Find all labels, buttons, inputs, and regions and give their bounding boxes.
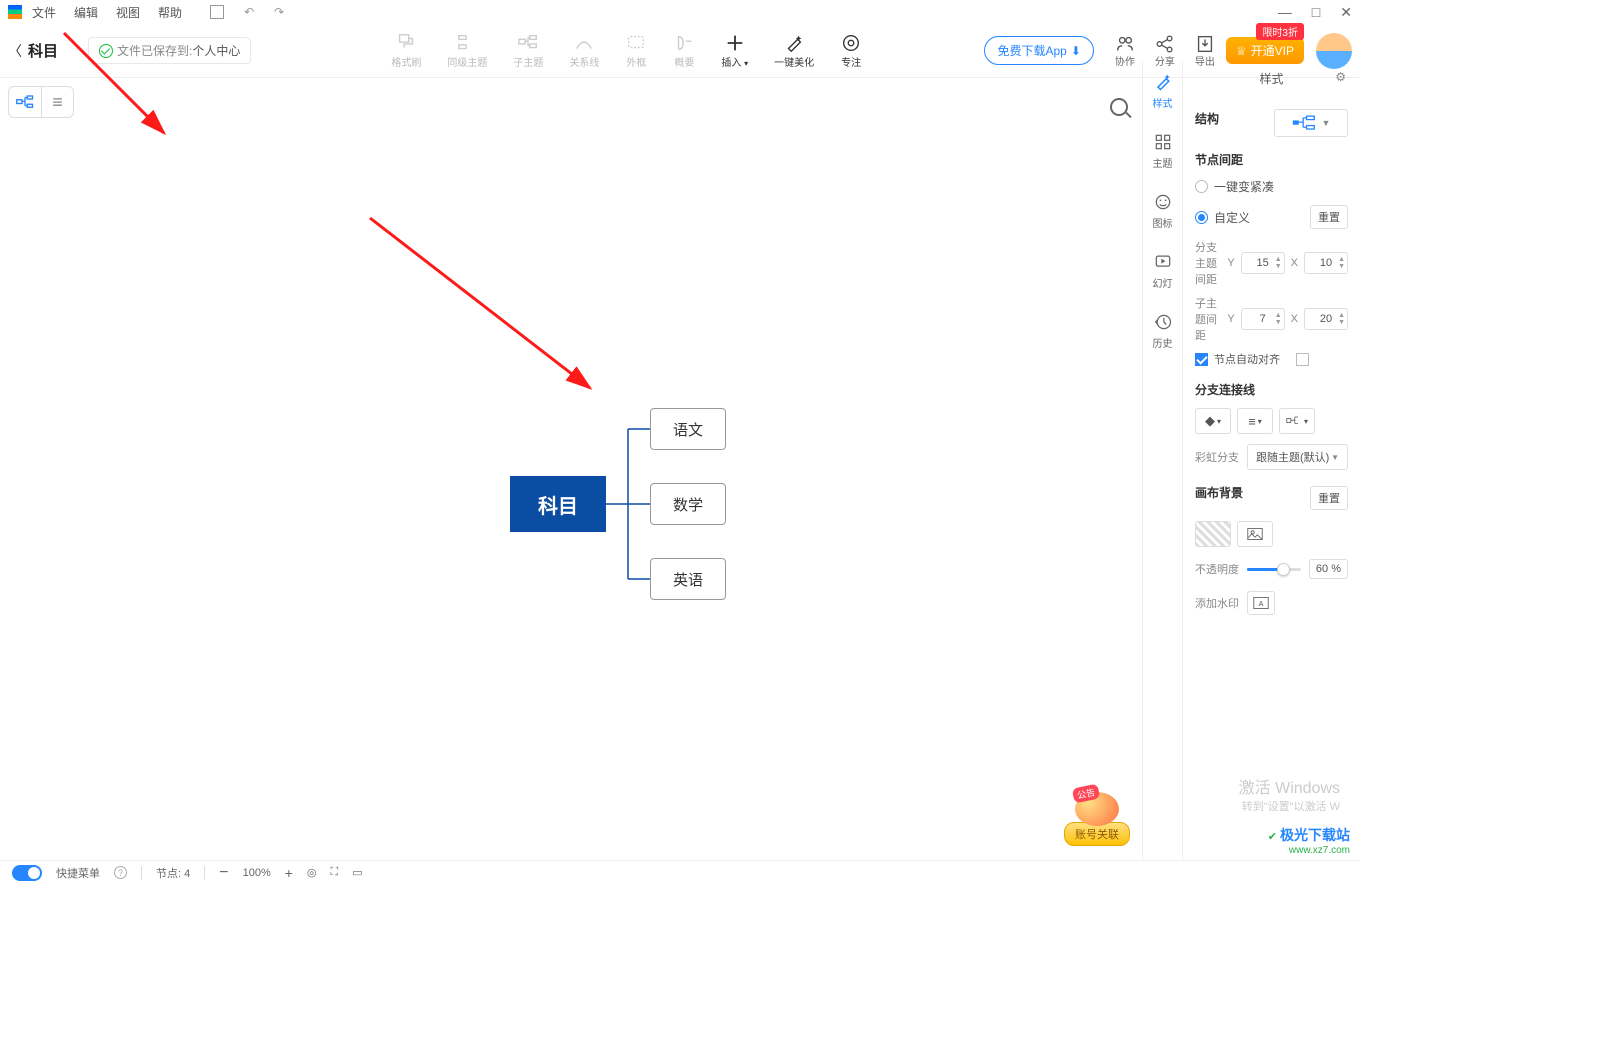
add-watermark-button[interactable]: A [1247,591,1275,615]
branch-x-input[interactable]: 10▲▼ [1304,252,1348,274]
top-menu-bar: 文件 编辑 视图 帮助 ↶ ↷ — □ ✕ [0,0,1360,24]
download-app-button[interactable]: 免费下载App⬇ [984,36,1093,65]
site-watermark: ✔ 极光下载站 www.xz7.com [1268,825,1350,856]
peer-topic-button[interactable]: 同级主题 [447,32,487,69]
annotation-arrow [54,23,614,423]
undo-icon[interactable]: ↶ [244,5,254,19]
mindmap-child-node[interactable]: 英语 [650,558,726,600]
opacity-value[interactable]: 60 % [1309,559,1348,579]
quick-menu-toggle[interactable] [12,865,42,881]
connector-style-button[interactable]: ▾ [1279,408,1315,434]
locate-icon[interactable]: ◎ [307,866,317,879]
view-mode-toggle: ≡ [8,86,74,118]
chevron-down-icon: ▼ [1322,118,1331,128]
mindmap-child-node[interactable]: 语文 [650,408,726,450]
radio-compact[interactable]: 一键变紧凑 [1195,178,1348,195]
node-spacing-title: 节点间距 [1195,151,1348,168]
check-circle-icon [99,44,113,58]
bell-icon: 公告 [1075,792,1119,826]
tab-style[interactable]: 样式 [1153,72,1173,110]
collab-button[interactable]: 协作 [1114,33,1136,68]
zoom-in-button[interactable]: + [285,865,293,881]
canvas-reset-button[interactable]: 重置 [1310,486,1348,510]
sub-x-input[interactable]: 20▲▼ [1304,308,1348,330]
checkbox-auto-align[interactable]: 节点自动对齐 [1195,351,1280,367]
tab-history[interactable]: 历史 [1153,312,1173,350]
insert-button[interactable]: 插入 ▾ [721,32,748,69]
mindmap-child-node[interactable]: 数学 [650,483,726,525]
rainbow-branch-select[interactable]: 跟随主题(默认)▼ [1247,444,1348,470]
summary-button[interactable]: 概要 [673,32,695,69]
app-logo-icon [8,5,22,19]
branch-y-input[interactable]: 15▲▼ [1241,252,1285,274]
outline-view-button[interactable]: ≡ [41,87,73,117]
help-icon[interactable]: ? [114,866,127,879]
window-maximize-icon[interactable]: □ [1312,4,1320,21]
gear-icon[interactable]: ⚙ [1335,70,1346,84]
menu-view[interactable]: 视图 [116,4,140,21]
menu-help[interactable]: 帮助 [158,4,182,21]
status-bar: 快捷菜单 ? 节点: 4 − 100% + ◎ ⛶ ▭ [0,860,1360,884]
svg-text:A: A [1259,599,1264,608]
format-painter-button[interactable]: 格式刷 [391,32,421,69]
focus-button[interactable]: 专注 [840,32,862,69]
tab-theme[interactable]: 主题 [1153,132,1173,170]
opacity-slider[interactable] [1247,568,1301,571]
branch-connector-title: 分支连接线 [1195,381,1348,398]
tab-slide[interactable]: 幻灯 [1153,252,1173,290]
canvas[interactable]: ≡ 科目 语文 数学 英语 [0,78,1142,860]
window-close-icon[interactable]: ✕ [1340,4,1352,21]
spacing-reset-button[interactable]: 重置 [1310,205,1348,229]
auto-beautify-button[interactable]: 一键美化 [774,32,814,69]
save-status[interactable]: 文件已保存到: 个人中心 [88,37,251,64]
save-slot-icon[interactable] [210,5,224,19]
present-icon[interactable]: ▭ [352,866,362,879]
bg-pattern-button[interactable] [1195,521,1231,547]
connector-width-button[interactable]: ≡▾ [1237,408,1273,434]
vip-discount-badge: 限时3折 [1256,23,1304,40]
structure-select[interactable]: ▼ [1274,109,1348,137]
zoom-level: 100% [243,867,271,879]
radio-custom[interactable]: 自定义 [1195,209,1250,226]
tree-structure-icon [1292,115,1316,131]
mindmap-root-node[interactable]: 科目 [510,476,606,532]
fullscreen-icon[interactable]: ⛶ [331,866,339,879]
panel-title: 样式 ⚙ [1195,62,1348,95]
document-title: 科目 [28,40,58,61]
window-minimize-icon[interactable]: — [1278,4,1292,21]
right-panel: 样式 主题 图标 幻灯 历史 样式 ⚙ 结构 ▼ 节点间距 一键变紧凑 自定义 … [1142,62,1360,860]
outer-border-button[interactable]: 外框 [625,32,647,69]
child-topic-button[interactable]: 子主题 [513,32,543,69]
checkbox-free-drag[interactable] [1296,351,1315,367]
menu-edit[interactable]: 编辑 [74,4,98,21]
search-icon[interactable] [1110,98,1130,118]
mindmap-view-button[interactable] [9,87,41,117]
structure-label: 结构 [1195,110,1219,127]
menu-file[interactable]: 文件 [32,4,56,21]
relation-line-button[interactable]: 关系线 [569,32,599,69]
crown-icon: ♕ [1236,44,1247,58]
redo-icon[interactable]: ↷ [274,5,284,19]
account-link-promo[interactable]: 公告 账号关联 [1064,792,1130,846]
canvas-bg-title: 画布背景 [1195,484,1243,501]
tab-icon[interactable]: 图标 [1153,192,1173,230]
bg-image-button[interactable] [1237,521,1273,547]
connector-color-button[interactable]: ◆▾ [1195,408,1231,434]
download-icon: ⬇ [1071,44,1081,58]
zoom-out-button[interactable]: − [219,864,228,882]
windows-activation-watermark: 激活 Windows转到"设置"以激活 W [1239,774,1340,814]
back-button[interactable]: 〈 [8,41,22,61]
node-count: 节点: 4 [156,865,190,881]
vip-button[interactable]: 限时3折 ♕开通VIP [1226,37,1304,64]
sub-y-input[interactable]: 7▲▼ [1241,308,1285,330]
annotation-arrow [360,208,620,408]
